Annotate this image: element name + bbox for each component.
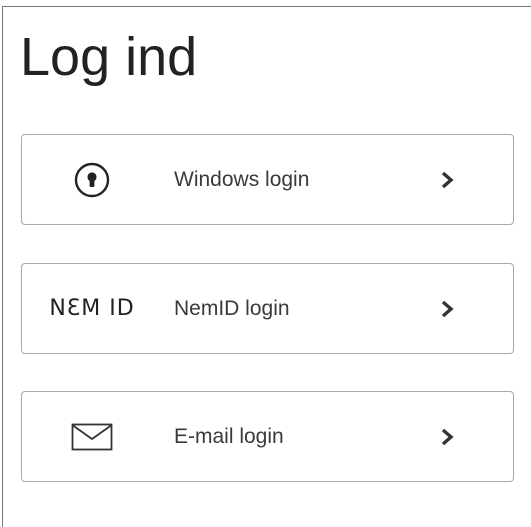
nemid-logo-text: NƐM ID bbox=[49, 296, 135, 321]
envelope-icon bbox=[22, 392, 162, 481]
windows-login-button[interactable]: Windows login bbox=[21, 134, 514, 225]
chevron-right-icon bbox=[440, 392, 454, 481]
chevron-right-icon bbox=[440, 135, 454, 224]
email-login-label: E-mail login bbox=[174, 424, 284, 448]
windows-login-label: Windows login bbox=[174, 167, 310, 191]
nemid-login-label: NemID login bbox=[174, 296, 290, 320]
email-login-button[interactable]: E-mail login bbox=[21, 391, 514, 482]
page-title: Log ind bbox=[20, 27, 198, 87]
nemid-logo-icon: NƐM ID bbox=[22, 264, 162, 353]
keyhole-lock-icon bbox=[22, 135, 162, 224]
chevron-right-icon bbox=[440, 264, 454, 353]
nemid-login-button[interactable]: NƐM ID NemID login bbox=[21, 263, 514, 354]
